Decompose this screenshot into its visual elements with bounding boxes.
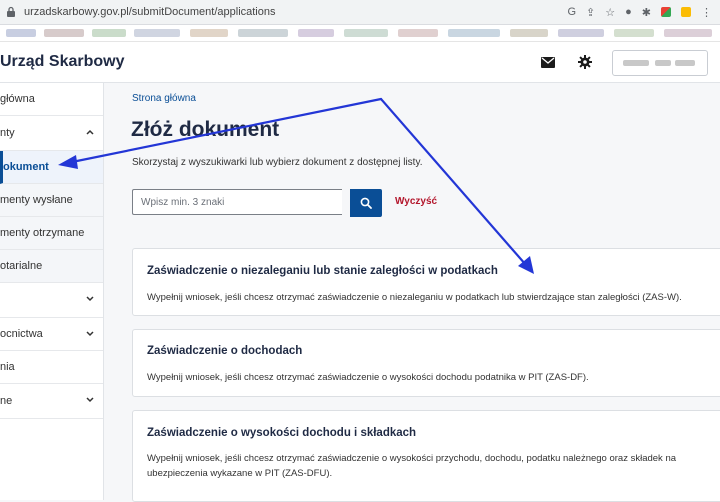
- account-button[interactable]: [612, 50, 708, 76]
- blurred-bookmark: [134, 29, 180, 37]
- sidebar-item-label: główna: [0, 93, 35, 105]
- extension-icon[interactable]: [681, 7, 691, 17]
- settings-button[interactable]: [574, 52, 596, 72]
- blurred-bookmark: [448, 29, 500, 37]
- document-description: Wypełnij wniosek, jeśli chcesz otrzymać …: [147, 292, 682, 303]
- brand-title[interactable]: Urząd Skarbowy: [0, 53, 124, 71]
- blurred-account-name: [655, 60, 671, 66]
- site-header: Urząd Skarbowy: [0, 42, 720, 83]
- document-card[interactable]: Zaświadczenie o dochodach Wypełnij wnios…: [132, 329, 720, 397]
- blurred-bookmark: [558, 29, 604, 37]
- main-content: Strona główna Złóż dokument Skorzystaj z…: [104, 83, 720, 502]
- sidebar-item-home[interactable]: główna: [0, 83, 103, 116]
- blurred-bookmark: [398, 29, 438, 37]
- envelope-icon: [541, 56, 555, 68]
- chevron-down-icon: [86, 331, 94, 337]
- url-text[interactable]: urzadskarbowy.gov.pl/submitDocument/appl…: [24, 6, 567, 18]
- sidebar-item-settings[interactable]: nia: [0, 351, 103, 384]
- chevron-down-icon: [86, 397, 94, 403]
- menu-icon[interactable]: ⋮: [701, 6, 712, 19]
- sidebar-item-label: nia: [0, 361, 15, 373]
- blurred-bookmark: [238, 29, 288, 37]
- document-title[interactable]: Zaświadczenie o dochodach: [147, 345, 302, 357]
- blurred-bookmark: [92, 29, 126, 37]
- document-card[interactable]: Zaświadczenie o niezaleganiu lub stanie …: [132, 248, 720, 316]
- blurred-account-name: [675, 60, 695, 66]
- document-title[interactable]: Zaświadczenie o niezaleganiu lub stanie …: [147, 265, 498, 277]
- page-title: Złóż dokument: [131, 118, 280, 141]
- document-description: Wypełnij wniosek, jeśli chcesz otrzymać …: [147, 453, 677, 479]
- blurred-bookmark: [344, 29, 388, 37]
- sidebar-item-received-documents[interactable]: menty otrzymane: [0, 217, 103, 250]
- sidebar-item-label: ocnictwa: [0, 328, 43, 340]
- profile-icon[interactable]: [661, 7, 671, 17]
- mail-button[interactable]: [537, 52, 559, 72]
- search-input[interactable]: [132, 189, 342, 215]
- blurred-bookmark: [298, 29, 334, 37]
- puzzle-icon[interactable]: ✱: [642, 6, 651, 19]
- clear-search-link[interactable]: Wyczyść: [395, 196, 437, 207]
- document-description: Wypełnij wniosek, jeśli chcesz otrzymać …: [147, 372, 589, 383]
- chevron-down-icon: [86, 296, 94, 302]
- sidebar-item-notarial[interactable]: otarialne: [0, 250, 103, 283]
- blurred-bookmark: [44, 29, 84, 37]
- sidebar-item-label: menty wysłane: [0, 194, 73, 206]
- bookmark-star-icon[interactable]: ☆: [605, 6, 615, 19]
- blurred-account-name: [623, 60, 649, 66]
- sidebar-item-sent-documents[interactable]: menty wysłane: [0, 184, 103, 217]
- sidebar-item-powers-of-attorney[interactable]: ocnictwa: [0, 318, 103, 351]
- sidebar-item-label: ne: [0, 395, 13, 407]
- sidebar-item-label: okument: [3, 161, 49, 173]
- sidebar: główna nty okument menty wysłane menty o…: [0, 83, 104, 500]
- bookmarks-bar: [0, 25, 720, 42]
- gear-icon: [578, 55, 592, 69]
- share-icon[interactable]: ⇪: [586, 6, 595, 19]
- blurred-bookmark: [664, 29, 712, 37]
- breadcrumb-home[interactable]: Strona główna: [132, 93, 196, 104]
- lock-icon: [7, 6, 15, 17]
- sidebar-item-label: menty otrzymane: [0, 227, 85, 239]
- chevron-up-icon: [86, 129, 94, 135]
- sidebar-item-data[interactable]: ne: [0, 384, 103, 419]
- sidebar-item-label: nty: [0, 127, 15, 139]
- google-icon[interactable]: G: [567, 6, 576, 18]
- page-subtitle: Skorzystaj z wyszukiwarki lub wybierz do…: [132, 157, 423, 168]
- sidebar-item-submit-document[interactable]: okument: [0, 151, 103, 184]
- search-icon: [360, 197, 372, 209]
- sidebar-item-collapsed[interactable]: [0, 283, 103, 318]
- blurred-bookmark: [510, 29, 548, 37]
- blurred-bookmark: [614, 29, 654, 37]
- sidebar-item-label: otarialne: [0, 260, 43, 272]
- browser-address-bar[interactable]: urzadskarbowy.gov.pl/submitDocument/appl…: [0, 0, 720, 25]
- blurred-bookmark: [6, 29, 36, 37]
- search-button[interactable]: [350, 189, 382, 217]
- document-title[interactable]: Zaświadczenie o wysokości dochodu i skła…: [147, 427, 416, 439]
- blurred-bookmark: [190, 29, 228, 37]
- extension-icon[interactable]: ●: [625, 6, 632, 18]
- document-card[interactable]: Zaświadczenie o wysokości dochodu i skła…: [132, 410, 720, 502]
- sidebar-item-documents[interactable]: nty: [0, 116, 103, 151]
